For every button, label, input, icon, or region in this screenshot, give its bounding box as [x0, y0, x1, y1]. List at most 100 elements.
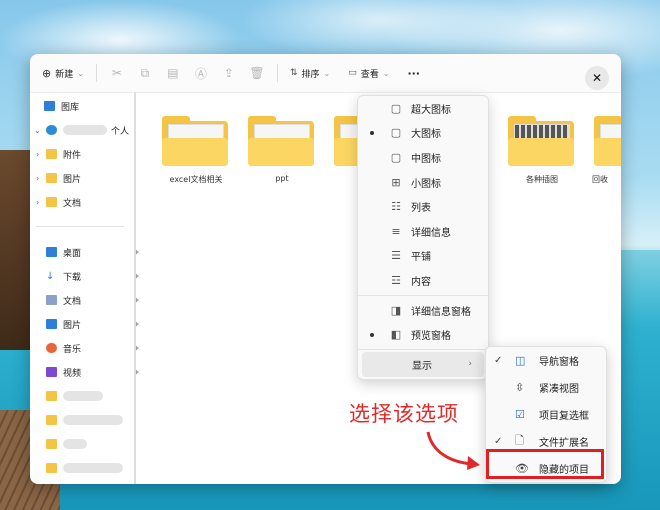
submenu-item-compact-view[interactable]: ⇳ 紧凑视图 — [486, 374, 606, 401]
menu-divider — [358, 294, 488, 296]
submenu-item-navigation-pane[interactable]: ✓ ◫ 导航窗格 — [486, 347, 606, 374]
sidebar-item-pictures-cloud[interactable]: › 图片 — [36, 168, 136, 188]
monitor-icon: ▢ — [390, 150, 402, 164]
menu-item-label: 详细信息 — [411, 227, 451, 239]
sidebar-item-videos[interactable]: 视频 ✦ — [46, 362, 146, 382]
sidebar-item-blurred[interactable] — [46, 410, 146, 430]
download-icon: ↓ — [46, 270, 55, 282]
sidebar-item-label: 图库 — [61, 102, 80, 113]
cloud-icon — [46, 125, 57, 135]
rename-icon[interactable]: Ⓐ — [187, 61, 215, 85]
sidebar-scrollbar[interactable] — [134, 92, 136, 484]
sidebar-item-label: 桌面 — [63, 248, 82, 259]
view-button[interactable]: ▭ 查看 ⌄ — [342, 61, 395, 85]
sidebar-item-label: 个人 — [111, 126, 130, 137]
menu-item-tiles[interactable]: ☰ 平铺 — [358, 244, 488, 269]
annotation-text: 选择该选项 — [349, 402, 459, 426]
desktop-icon — [46, 247, 57, 257]
menu-item-extra-large-icons[interactable]: ▢ 超大图标 — [358, 96, 488, 121]
close-button[interactable]: ✕ — [585, 66, 609, 90]
plus-circle-icon: ⊕ — [42, 66, 52, 80]
sidebar-item-blurred[interactable] — [46, 434, 146, 454]
sidebar-item-attachments[interactable]: › 附件 — [36, 144, 136, 164]
document-icon — [46, 295, 57, 305]
toolbar-divider — [276, 64, 278, 82]
menu-item-medium-icons[interactable]: ▢ 中图标 — [358, 145, 488, 170]
monitor-icon: ▢ — [390, 126, 402, 140]
paste-icon[interactable]: ▤ — [159, 61, 187, 85]
menu-item-list[interactable]: ☷ 列表 — [358, 194, 488, 219]
folder-icon — [508, 116, 574, 166]
folder-icon — [248, 116, 314, 166]
folder-icon — [162, 116, 228, 166]
sidebar-item-pictures[interactable]: 图片 ✦ — [46, 314, 146, 334]
folder-icon — [46, 197, 57, 207]
submenu-item-item-checkboxes[interactable]: ☑ 项目复选框 — [486, 401, 606, 428]
more-options-button[interactable]: ··· — [401, 61, 426, 85]
folder-label: 回收 — [592, 175, 608, 184]
picture-icon — [46, 319, 57, 329]
blurred-label — [63, 415, 123, 425]
menu-item-label: 列表 — [411, 203, 431, 215]
content-icon: ☲ — [391, 273, 401, 287]
sidebar-item-documents[interactable]: 文档 ✦ — [46, 290, 146, 310]
video-icon — [46, 367, 57, 377]
folder-label: 各种插图 — [526, 175, 558, 184]
music-icon — [46, 343, 57, 353]
sidebar-item-personal[interactable]: ⌄ 个人 — [30, 120, 130, 140]
checkmark-icon: ✓ — [494, 436, 503, 447]
annotation-arrow-icon — [426, 431, 480, 470]
sidebar-item-music[interactable]: 音乐 ✦ — [46, 338, 146, 358]
folder-label: excel文档相关 — [169, 175, 223, 184]
sidebar-item-label: 图片 — [63, 320, 82, 331]
copy-icon[interactable]: ⧉ — [131, 61, 159, 85]
sidebar-item-label: 附件 — [63, 150, 82, 161]
menu-item-large-icons[interactable]: ▢ 大图标 — [358, 121, 488, 146]
chevron-down-icon: ⌄ — [382, 68, 390, 78]
menu-item-details-pane[interactable]: ◨ 详细信息窗格 — [358, 298, 488, 323]
details-icon: ≡ — [391, 224, 401, 238]
list-icon: ☷ — [391, 200, 401, 214]
menu-item-small-icons[interactable]: ⊞ 小图标 — [358, 170, 488, 195]
view-button-label: 查看 — [360, 69, 379, 80]
folder-item[interactable]: 各种插图 — [506, 104, 578, 190]
sidebar-item-blurred[interactable] — [46, 386, 146, 406]
folder-icon — [46, 439, 57, 449]
sidebar-item-desktop[interactable]: 桌面 ✦ — [46, 242, 146, 262]
checkbox-icon: ☑ — [515, 408, 525, 421]
sidebar-item-label: 图片 — [63, 174, 82, 185]
sort-button-label: 排序 — [301, 69, 320, 80]
sidebar-item-blurred[interactable] — [46, 458, 146, 478]
account-name-blurred — [63, 125, 107, 135]
compact-view-icon: ⇳ — [515, 381, 525, 394]
sort-icon: ⇅ — [289, 68, 298, 78]
details-pane-icon: ◨ — [390, 303, 402, 317]
close-icon: ✕ — [591, 71, 603, 85]
menu-item-content[interactable]: ☲ 内容 — [358, 268, 488, 293]
navigation-pane: 图库 ⌄ 个人 › 附件 › 图片 › 文档 桌面 ✦ ↓ 下载 ✦ 文档 ✦ … — [30, 92, 140, 484]
sidebar-item-gallery[interactable]: 图库 — [44, 96, 144, 116]
folder-label: ppt — [275, 174, 289, 183]
sidebar-item-documents-cloud[interactable]: › 文档 — [36, 192, 136, 212]
submenu-item-label: 项目复选框 — [539, 411, 589, 422]
menu-item-preview-pane[interactable]: ◧ 预览窗格 — [358, 322, 488, 347]
menu-item-label: 详细信息窗格 — [411, 306, 471, 318]
folder-item[interactable]: ppt — [246, 104, 318, 190]
menu-item-label: 显示 — [412, 360, 432, 372]
sidebar-divider — [36, 226, 124, 227]
monitor-icon: ▢ — [390, 101, 402, 115]
cut-icon[interactable]: ✂ — [103, 61, 131, 85]
folder-icon — [46, 463, 57, 473]
sidebar-item-downloads[interactable]: ↓ 下载 ✦ — [46, 266, 146, 286]
menu-item-details[interactable]: ≡ 详细信息 — [358, 219, 488, 244]
menu-item-show[interactable]: 显示 › — [362, 351, 484, 377]
checkmark-icon: ✓ — [494, 355, 503, 366]
delete-icon[interactable]: 🗑 — [243, 61, 271, 85]
folder-item[interactable]: excel文档相关 — [160, 104, 232, 190]
sort-button[interactable]: ⇅ 排序 ⌄ — [284, 61, 336, 85]
sidebar-item-label: 下载 — [63, 272, 82, 283]
new-button[interactable]: ⊕ 新建 ⌄ — [36, 61, 90, 85]
share-icon[interactable]: ⇪ — [215, 61, 243, 85]
view-menu: ▢ 超大图标 ▢ 大图标 ▢ 中图标 ⊞ 小图标 ☷ 列表 ≡ 详细信息 ☰ 平… — [357, 95, 489, 380]
folder-item[interactable]: 回收 — [592, 104, 621, 190]
